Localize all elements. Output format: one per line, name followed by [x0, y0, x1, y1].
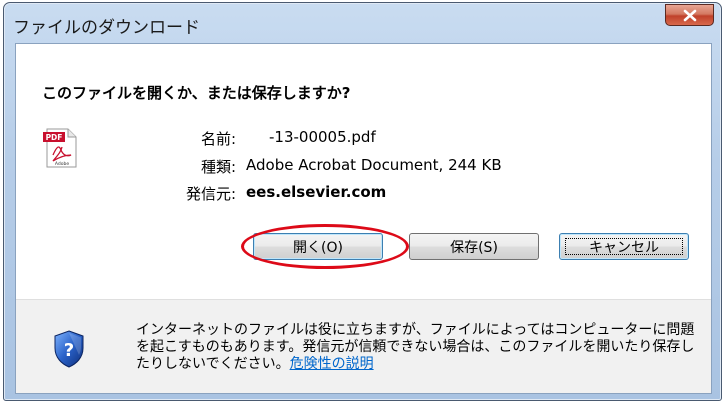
close-button[interactable]: [665, 4, 714, 26]
open-button-label: 開く(O): [293, 239, 343, 256]
dialog-title: ファイルのダウンロード: [13, 18, 200, 38]
title-bar[interactable]: ファイルのダウンロード: [4, 3, 721, 43]
save-button-label: 保存(S): [450, 239, 498, 256]
security-footer: ? インターネットのファイルは役に立ちますが、ファイルによってはコンピューターに…: [16, 299, 711, 393]
file-source: ees.elsevier.com: [246, 183, 387, 201]
risk-explanation-link[interactable]: 危険性の説明: [290, 356, 374, 372]
file-name: -13-00005.pdf: [269, 128, 376, 146]
file-type: Adobe Acrobat Document, 244 KB: [246, 156, 502, 174]
pdf-icon-label: PDF: [46, 133, 63, 142]
pdf-icon-sublabel: Adobe: [55, 161, 69, 167]
shield-question-icon: ?: [54, 330, 84, 368]
save-button[interactable]: 保存(S): [409, 233, 539, 260]
pdf-file-icon: PDF Adobe: [43, 128, 77, 168]
svg-text:?: ?: [64, 340, 74, 361]
type-label: 種類:: [200, 158, 236, 176]
from-label: 発信元:: [185, 185, 236, 203]
download-dialog: ファイルのダウンロード このファイルを開くか、または保存しますか? PDF Ad…: [3, 2, 722, 401]
security-warning: インターネットのファイルは役に立ちますが、ファイルによってはコンピューターに問題…: [136, 322, 696, 373]
open-button[interactable]: 開く(O): [253, 233, 383, 260]
download-question: このファイルを開くか、または保存しますか?: [42, 84, 351, 102]
cancel-button[interactable]: キャンセル: [559, 233, 689, 260]
dialog-content: このファイルを開くか、または保存しますか? PDF Adobe 名前: -13-…: [15, 43, 712, 394]
cancel-button-label: キャンセル: [589, 239, 659, 256]
close-icon: [683, 9, 697, 22]
name-label: 名前:: [200, 130, 236, 148]
warning-text: インターネットのファイルは役に立ちますが、ファイルによってはコンピューターに問題…: [136, 322, 695, 372]
